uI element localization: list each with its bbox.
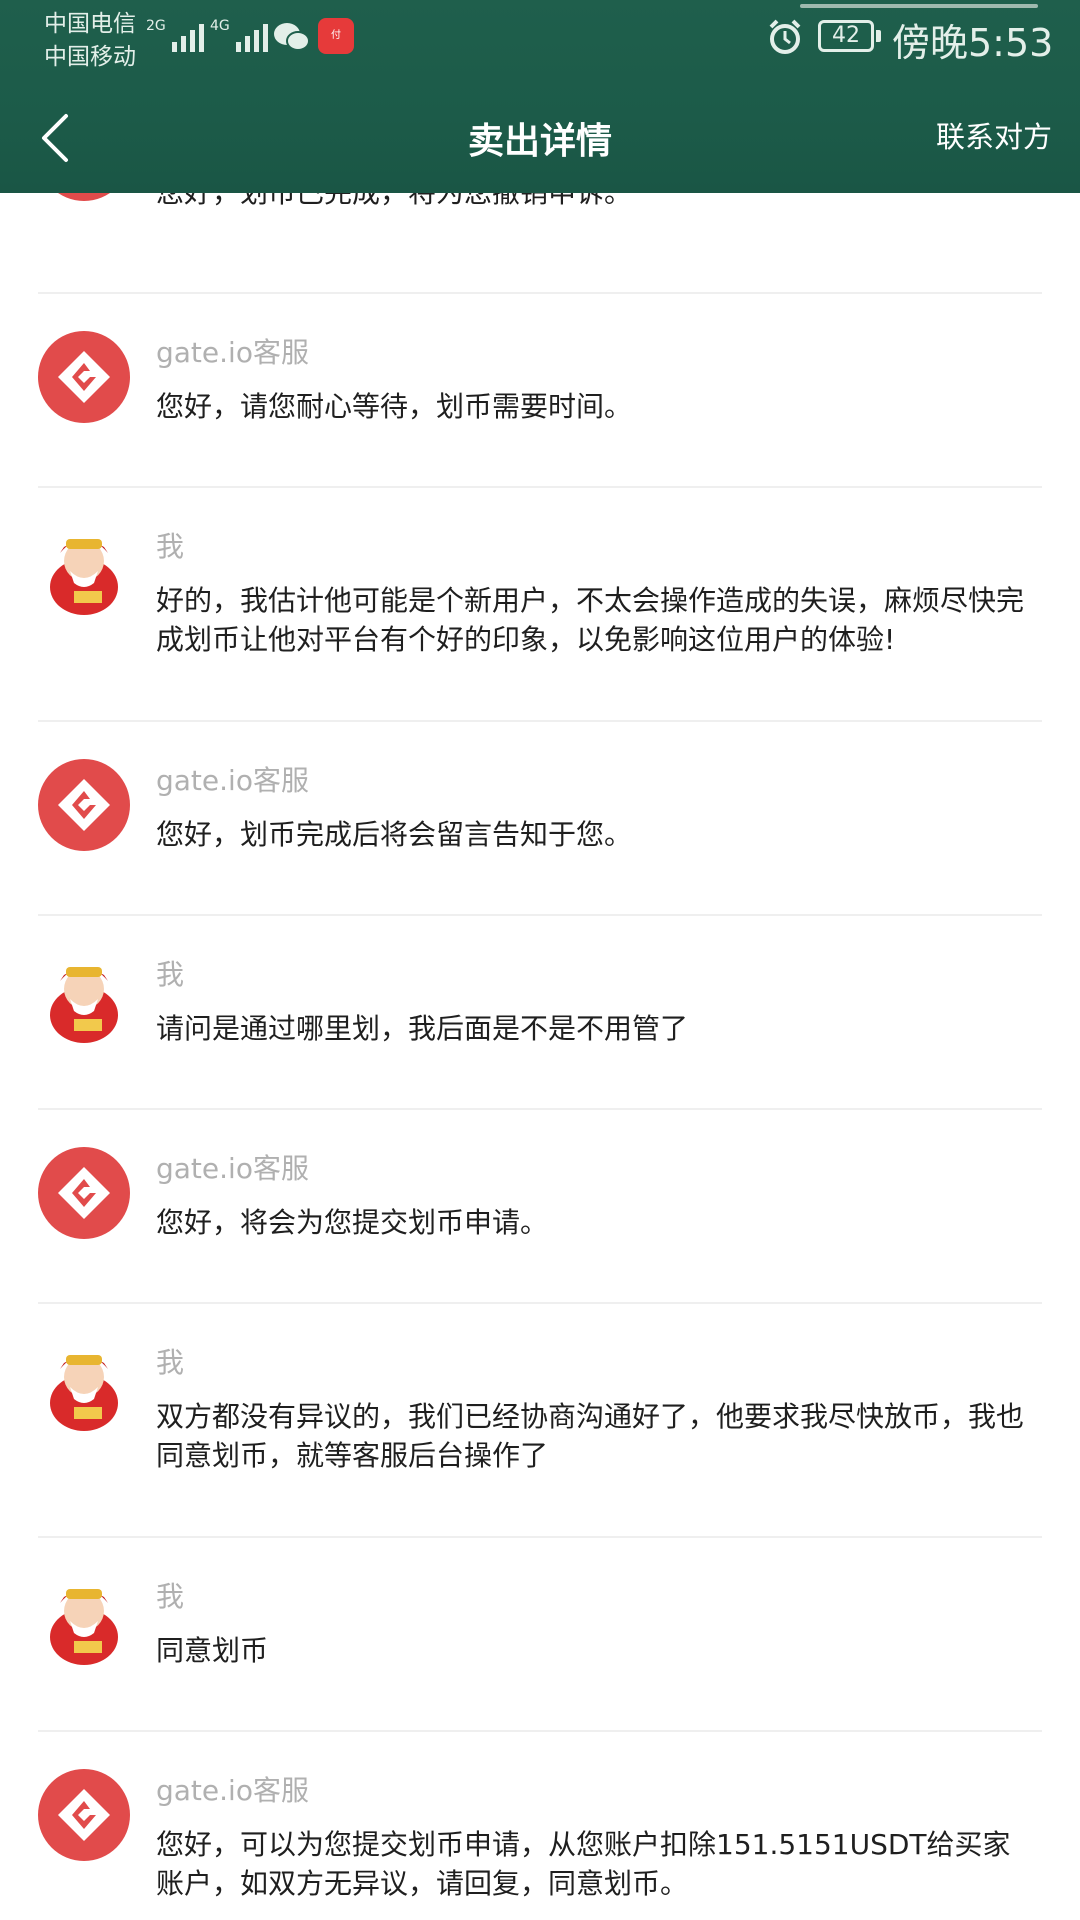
message-item: 我 双方都没有异议的，我们已经协商沟通好了，他要求我尽快放币，我也同意划币，就等… (38, 1341, 1042, 1541)
page-title: 卖出详情 (467, 121, 612, 162)
divider (38, 1730, 1042, 1732)
message-sender: 我 (156, 530, 185, 563)
divider (38, 1302, 1042, 1304)
message-text: 您好，划币已完成，将为您撤销申诉。 (156, 193, 1036, 212)
network-4g-label: 4G (210, 18, 230, 34)
pay-app-icon: 付 (318, 18, 354, 54)
message-item: gate.io客服 您好，请您耐心等待，划币需要时间。 (38, 331, 1042, 491)
message-sender: gate.io客服 (156, 1774, 309, 1807)
battery-icon: 42 (818, 20, 881, 52)
message-sender: 我 (156, 1580, 185, 1613)
message-item: 我 好的，我估计他可能是个新用户，不太会操作造成的失误，麻烦尽快完成划币让他对平… (38, 525, 1042, 725)
message-sender: gate.io客服 (156, 764, 309, 797)
gate-logo-icon (38, 193, 130, 201)
message-text: 请问是通过哪里划，我后面是不是不用管了 (156, 1012, 689, 1045)
signal-2g-icon: 2G (146, 18, 204, 52)
contact-counterparty-button[interactable]: 联系对方 (936, 114, 1052, 156)
fortune-god-avatar-icon (38, 1341, 130, 1433)
signal-4g-icon: 4G (210, 18, 268, 52)
message-sender: gate.io客服 (156, 336, 309, 369)
carrier-2: 中国移动 (44, 44, 136, 70)
navigation-bar: 卖出详情 联系对方 (0, 84, 1080, 193)
status-indicator-line (800, 4, 1038, 8)
message-item: gate.io客服 您好，将会为您提交划币申请。 (38, 1147, 1042, 1307)
message-sender: 我 (156, 958, 185, 991)
gate-logo-icon (38, 1147, 130, 1239)
message-text: 您好，可以为您提交划币申请，从您账户扣除151.5151USDT给买家账户，如双… (156, 1828, 1011, 1900)
message-text: 您好，将会为您提交划币申请。 (156, 1206, 549, 1239)
gate-logo-icon (38, 331, 130, 423)
fortune-god-avatar-icon (38, 525, 130, 617)
alarm-icon (766, 18, 804, 56)
message-item: 我 同意划币 (38, 1575, 1042, 1735)
message-text: 同意划币 (156, 1634, 269, 1667)
message-sender: 我 (156, 1346, 185, 1379)
divider (38, 1108, 1042, 1110)
message-item: 您好，划币已完成，将为您撤销申诉。 (38, 193, 1042, 269)
message-list[interactable]: 您好，划币已完成，将为您撤销申诉。 gate.io客服 您好，请您耐心等待，划币… (0, 193, 1080, 1920)
network-2g-label: 2G (146, 18, 166, 34)
divider (38, 292, 1042, 294)
message-text: 好的，我估计他可能是个新用户，不太会操作造成的失误，麻烦尽快完成划币让他对平台有… (156, 584, 1025, 656)
divider (38, 914, 1042, 916)
gate-logo-icon (38, 759, 130, 851)
fortune-god-avatar-icon (38, 953, 130, 1045)
message-sender: gate.io客服 (156, 1152, 309, 1185)
app-header: 中国电信 中国移动 2G 4G 付 42 傍晚5:53 卖出详情 联系对方 (0, 0, 1080, 193)
message-text: 您好，请您耐心等待，划币需要时间。 (156, 390, 633, 423)
carrier-labels: 中国电信 中国移动 (44, 8, 136, 74)
message-item: gate.io客服 您好，可以为您提交划币申请，从您账户扣除151.5151US… (38, 1769, 1042, 1920)
divider (38, 486, 1042, 488)
message-text: 您好，划币完成后将会留言告知于您。 (156, 818, 633, 851)
fortune-god-avatar-icon (38, 1575, 130, 1667)
status-bar: 中国电信 中国移动 2G 4G 付 42 傍晚5:53 (0, 0, 1080, 84)
message-item: gate.io客服 您好，划币完成后将会留言告知于您。 (38, 759, 1042, 919)
message-item: 我 请问是通过哪里划，我后面是不是不用管了 (38, 953, 1042, 1113)
message-text: 双方都没有异议的，我们已经协商沟通好了，他要求我尽快放币，我也同意划币，就等客服… (156, 1400, 1025, 1472)
wechat-icon (272, 20, 312, 54)
divider (38, 1536, 1042, 1538)
divider (38, 720, 1042, 722)
carrier-1: 中国电信 (44, 11, 136, 37)
gate-logo-icon (38, 1769, 130, 1861)
status-time: 傍晚5:53 (892, 21, 1054, 65)
